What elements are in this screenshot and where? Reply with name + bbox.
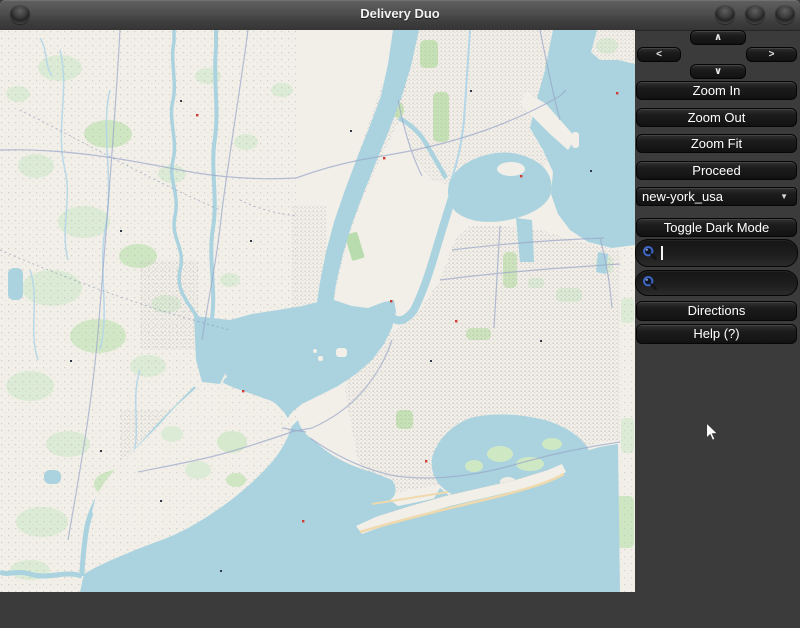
pan-up-button[interactable]: ∧ [690, 30, 746, 45]
search-field-bottom[interactable] [635, 270, 798, 296]
chevron-up-icon: ∧ [713, 32, 723, 43]
search-icon [643, 246, 657, 260]
maximize-icon[interactable] [745, 4, 765, 24]
search-input-top[interactable] [666, 245, 786, 261]
directions-button[interactable]: Directions [636, 301, 797, 321]
search-icon [643, 276, 657, 290]
map-select-value: new-york_usa [642, 189, 723, 204]
pan-right-button[interactable]: > [746, 47, 797, 62]
app-window: { "window": { "title": "Delivery Duo", "… [0, 0, 800, 628]
toggle-dark-mode-button[interactable]: Toggle Dark Mode [636, 218, 797, 237]
map-canvas [0, 30, 635, 592]
search-input-bottom[interactable] [661, 275, 781, 291]
dropdown-caret-icon: ▼ [780, 192, 788, 201]
proceed-button[interactable]: Proceed [636, 161, 797, 180]
pan-left-button[interactable]: < [637, 47, 681, 62]
zoom-out-button[interactable]: Zoom Out [636, 108, 797, 127]
chevron-right-icon: > [768, 49, 775, 60]
pan-down-button[interactable]: ∨ [690, 64, 746, 79]
help-button[interactable]: Help (?) [636, 324, 797, 344]
minimize-icon[interactable] [715, 4, 735, 24]
window-title: Delivery Duo [360, 6, 440, 21]
close-icon[interactable] [775, 4, 795, 24]
chevron-left-icon: < [656, 49, 662, 60]
text-caret [661, 246, 663, 260]
zoom-fit-button[interactable]: Zoom Fit [636, 134, 797, 153]
map-viewport[interactable] [0, 30, 635, 592]
chevron-down-icon: ∨ [713, 66, 723, 77]
map-select-dropdown[interactable]: new-york_usa ▼ [636, 187, 797, 206]
titlebar[interactable]: Delivery Duo [0, 0, 800, 31]
zoom-in-button[interactable]: Zoom In [636, 81, 797, 100]
sidebar: ∧ < > ∨ Zoom In Zoom Out Zoom Fit Procee… [635, 30, 800, 628]
search-field-top[interactable] [635, 239, 798, 267]
